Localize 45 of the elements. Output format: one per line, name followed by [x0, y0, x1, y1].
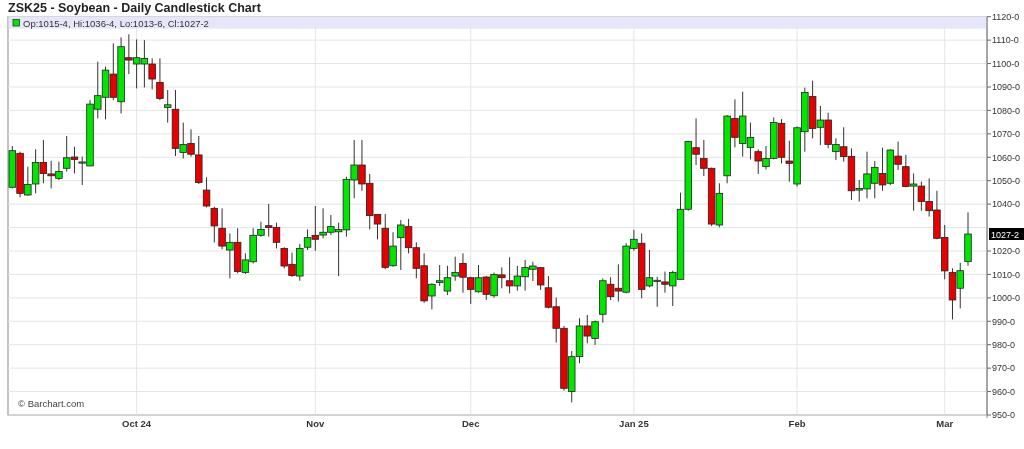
candlestick [272, 222, 281, 249]
credit-text: © Barchart.com [18, 398, 85, 409]
candlestick [536, 266, 545, 291]
candlestick [101, 66, 110, 120]
candlestick [948, 267, 957, 320]
x-axis-label: Jan 25 [619, 418, 649, 429]
candlestick [917, 181, 926, 212]
last-price-tag: 1027-2 [989, 228, 1024, 240]
x-axis-label: Dec [462, 418, 480, 429]
candlestick [435, 264, 444, 287]
y-axis-label: 950-0 [992, 410, 1016, 421]
x-axis-label: Feb [788, 418, 806, 429]
candlestick [443, 265, 452, 296]
legend-text: Op:1015-4, Hi:1036-4, Lo:1013-6, Cl:1027-2 [23, 17, 209, 29]
x-axis-label: Mar [936, 418, 954, 429]
candlestick [878, 147, 887, 192]
y-axis-label: 1010-0 [992, 269, 1021, 280]
candlestick [70, 146, 79, 174]
candlestick [412, 241, 421, 279]
x-axis-label: Oct 24 [122, 418, 152, 429]
candlestick [513, 265, 522, 292]
chart-title: ZSK25 - Soybean - Daily Candlestick Chart [7, 0, 262, 16]
candlestick [342, 176, 351, 238]
candlestick [474, 264, 483, 294]
candlestick [777, 118, 786, 164]
y-axis-label: 960-0 [992, 386, 1016, 397]
y-axis-label: 1110-0 [992, 35, 1019, 46]
y-axis-label: 990-0 [992, 316, 1016, 327]
y-axis-label: 970-0 [992, 363, 1016, 374]
y-axis-label: 1100-0 [992, 58, 1020, 69]
y-axis-label: 1040-0 [992, 199, 1021, 210]
candlestick [544, 275, 553, 309]
legend-swatch [12, 19, 20, 27]
y-axis-label: 1000-0 [992, 293, 1021, 304]
y-axis-label: 1080-0 [992, 105, 1021, 116]
y-axis-label: 1050-0 [992, 176, 1021, 186]
y-axis-label: 1020-0 [992, 246, 1021, 257]
candlestick [132, 38, 141, 89]
x-axis-label: Nov [306, 418, 325, 429]
candlestick [909, 172, 918, 212]
y-axis-label: 1120-0 [992, 12, 1020, 22]
y-axis-label: 1060-0 [992, 152, 1021, 163]
y-axis-label: 1090-0 [992, 82, 1021, 93]
y-axis-label: 1070-0 [992, 129, 1021, 140]
y-axis-label: 980-0 [992, 340, 1016, 350]
